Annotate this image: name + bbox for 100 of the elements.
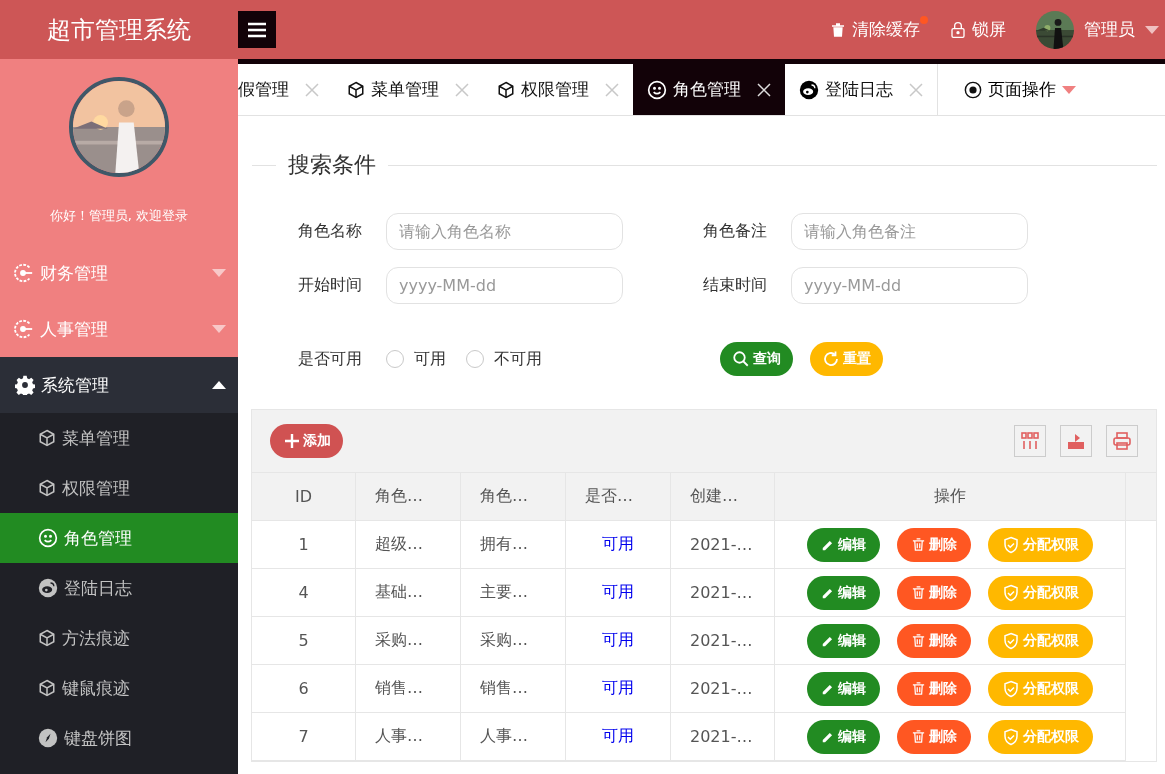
row-action-button[interactable]: 编辑 xyxy=(807,623,880,658)
field-label: 是否可用 xyxy=(298,348,363,370)
cube-icon xyxy=(38,429,56,447)
column-header: 是否… xyxy=(566,473,671,521)
table-cell: 2021-… xyxy=(671,569,775,617)
shield-check-icon xyxy=(1002,679,1020,698)
header-action[interactable]: 锁屏 xyxy=(950,18,1006,41)
field-label: 结束时间 xyxy=(703,275,768,296)
compass-icon xyxy=(38,728,58,748)
print-icon xyxy=(1113,432,1131,450)
gear-icon xyxy=(15,375,35,395)
sidebar-menu[interactable]: 系统管理 xyxy=(0,357,238,413)
table-cell: 人事… xyxy=(461,713,566,761)
table-cell: 1 xyxy=(252,521,356,569)
row-action-button[interactable]: 编辑 xyxy=(807,671,880,706)
table-cell: 超级… xyxy=(356,521,461,569)
status-link[interactable]: 可用 xyxy=(566,617,671,665)
sidebar-item[interactable]: 角色管理 xyxy=(0,513,238,563)
input-field[interactable]: 请输入角色名称 xyxy=(386,213,623,250)
tab[interactable]: 角色管理 xyxy=(633,64,785,115)
column-header: 角色… xyxy=(356,473,461,521)
print-button[interactable] xyxy=(1106,425,1138,457)
sidebar-item[interactable]: 菜单管理 xyxy=(0,413,238,463)
export-button[interactable] xyxy=(1060,425,1092,457)
row-action-button[interactable]: 删除 xyxy=(897,719,971,754)
input-field[interactable]: yyyy-MM-dd xyxy=(791,267,1028,304)
cube-icon xyxy=(497,80,515,99)
table-cell: 2021-… xyxy=(671,521,775,569)
cube-icon xyxy=(38,679,56,697)
sidebar-item[interactable]: 方法痕迹 xyxy=(0,613,238,663)
table-cell: 7 xyxy=(252,713,356,761)
sidebar-item[interactable]: 键鼠痕迹 xyxy=(0,663,238,713)
row-action-button[interactable]: 删除 xyxy=(897,623,971,658)
input-field[interactable]: 请输入角色备注 xyxy=(791,213,1028,250)
cube-icon xyxy=(38,479,56,497)
add-button[interactable]: 添加 xyxy=(270,424,343,458)
trash-icon xyxy=(911,681,926,696)
sidebar-item[interactable]: 权限管理 xyxy=(0,463,238,513)
greeting-text: 你好！管理员, 欢迎登录 xyxy=(49,207,189,225)
sidebar-item[interactable]: 键盘饼图 xyxy=(0,713,238,763)
column-header: 创建… xyxy=(671,473,775,521)
caret-icon xyxy=(1062,85,1076,94)
sidebar-item[interactable]: 登陆日志 xyxy=(0,563,238,613)
table-cell: 采购… xyxy=(461,617,566,665)
cube-icon xyxy=(38,629,56,647)
close-icon[interactable] xyxy=(757,82,771,97)
trash-icon xyxy=(911,585,926,600)
columns-button[interactable] xyxy=(1014,425,1046,457)
trash-icon xyxy=(830,21,846,38)
header-action[interactable]: 清除缓存 xyxy=(830,18,920,41)
table-cell: 主要… xyxy=(461,569,566,617)
caret-icon xyxy=(212,381,226,389)
table-cell: 5 xyxy=(252,617,356,665)
user-menu[interactable]: 管理员 xyxy=(1036,10,1165,49)
lock-icon xyxy=(950,20,966,39)
row-action-button[interactable]: 编辑 xyxy=(807,527,880,562)
row-action-button[interactable]: 编辑 xyxy=(807,719,880,754)
weibo-icon xyxy=(799,79,819,100)
sidebar-menu[interactable]: 人事管理 xyxy=(0,301,238,357)
smiley-icon xyxy=(647,79,667,100)
row-action-button[interactable]: 编辑 xyxy=(807,575,880,610)
caret-icon xyxy=(1145,25,1159,34)
app-title: 超市管理系统 xyxy=(46,14,192,46)
input-field[interactable]: yyyy-MM-dd xyxy=(386,267,623,304)
shield-check-icon xyxy=(1002,583,1020,602)
search-button[interactable]: 查询 xyxy=(720,342,793,376)
column-header: ID xyxy=(252,473,356,521)
row-action-button[interactable]: 删除 xyxy=(897,575,971,610)
status-link[interactable]: 可用 xyxy=(566,569,671,617)
columns-icon xyxy=(1021,432,1039,450)
ring-icon xyxy=(12,318,34,340)
status-link[interactable]: 可用 xyxy=(566,521,671,569)
radio-option[interactable]: 不可用 xyxy=(466,348,542,370)
row-action-button[interactable]: 删除 xyxy=(897,671,971,706)
section-title: 搜索条件 xyxy=(288,151,376,179)
weibo-icon xyxy=(38,578,58,598)
table-cell: 人事… xyxy=(356,713,461,761)
table-cell: 销售… xyxy=(461,665,566,713)
table-cell: 2021-… xyxy=(671,665,775,713)
shield-check-icon xyxy=(1002,631,1020,650)
radio-option[interactable]: 可用 xyxy=(386,348,446,370)
table-cell: 2021-… xyxy=(671,713,775,761)
export-icon xyxy=(1066,432,1086,450)
caret-icon xyxy=(212,269,226,277)
status-link[interactable]: 可用 xyxy=(566,665,671,713)
table-cell: 销售… xyxy=(356,665,461,713)
page-actions-menu[interactable]: 页面操作 xyxy=(937,64,1076,115)
radio-dot-icon xyxy=(964,80,982,99)
row-action-button[interactable]: 删除 xyxy=(897,527,971,562)
menu-icon xyxy=(248,21,266,38)
ring-icon xyxy=(12,262,34,284)
status-link[interactable]: 可用 xyxy=(566,713,671,761)
table-cell: 拥有… xyxy=(461,521,566,569)
trash-icon xyxy=(911,633,926,648)
field-label: 角色备注 xyxy=(703,221,768,242)
menu-button[interactable] xyxy=(238,11,276,48)
table-cell: 采购… xyxy=(356,617,461,665)
table-cell: 基础… xyxy=(356,569,461,617)
sidebar-menu[interactable]: 财务管理 xyxy=(0,245,238,301)
shield-check-icon xyxy=(1002,727,1020,746)
